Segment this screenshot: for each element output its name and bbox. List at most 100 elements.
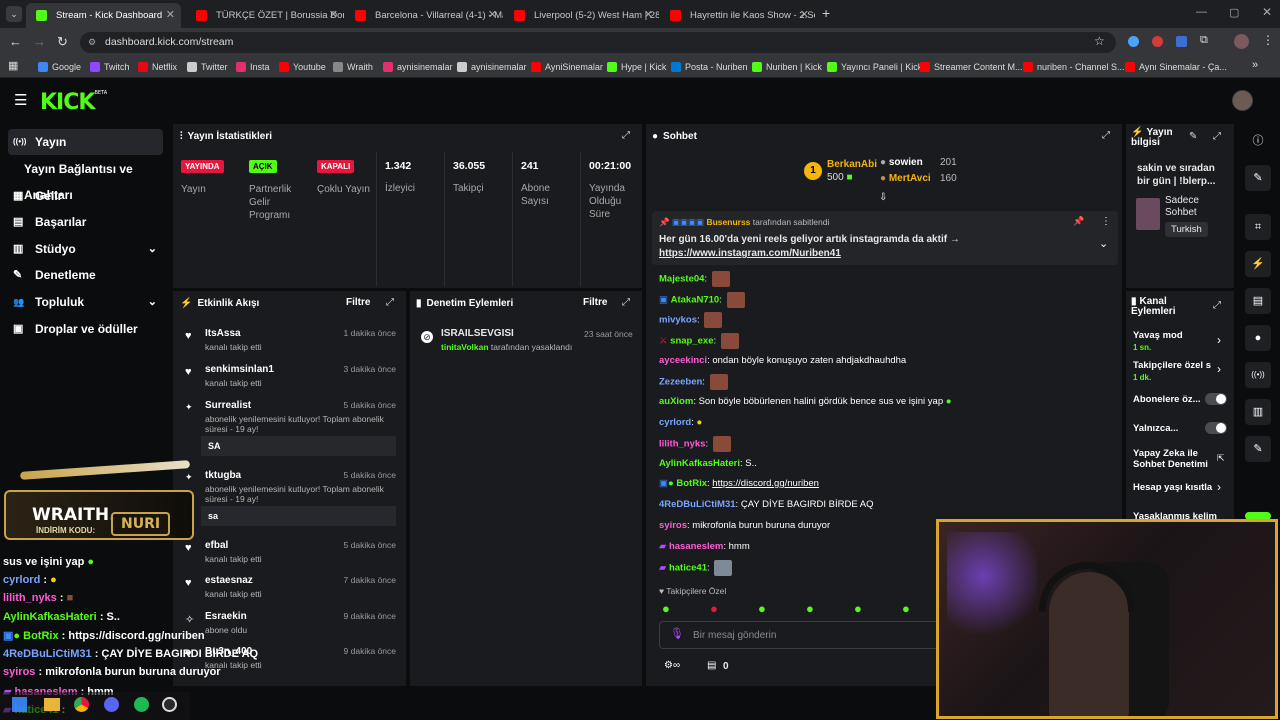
back-icon[interactable]: ← <box>9 34 22 49</box>
emote-icon[interactable]: ● <box>758 601 766 616</box>
file-explorer-icon[interactable] <box>44 698 60 711</box>
reload-icon[interactable]: ↻ <box>57 34 68 50</box>
new-tab-icon[interactable]: + <box>822 5 830 21</box>
extension-icon[interactable] <box>1152 36 1163 47</box>
external-link-icon[interactable]: ⇱ <box>1217 453 1225 464</box>
hamburger-menu-icon[interactable]: ☰ <box>14 91 27 109</box>
site-info-icon[interactable]: ⚙ <box>88 32 96 53</box>
close-tab-icon[interactable]: ✕ <box>329 3 338 28</box>
bookmark-nuriben-channel[interactable]: nuriben - Channel S... <box>1023 56 1125 78</box>
users-icon[interactable]: ⚙∞ <box>664 660 680 671</box>
bolt-green-icon[interactable]: ⚡ <box>1245 251 1271 277</box>
panel-icon[interactable]: ▥ <box>1245 399 1271 425</box>
emote-icon[interactable]: ● <box>662 601 670 616</box>
bookmark-posta[interactable]: Posta - Nuriben <box>671 56 748 78</box>
chevron-down-icon[interactable]: ⌄ <box>1099 237 1108 250</box>
tab-youtube-2[interactable]: Barcelona - Villarreal (4-1) - Ma ✕ <box>345 3 503 28</box>
sidebar-item-topluluk[interactable]: 👥 Topluluk ⌄ <box>8 289 163 315</box>
bookmark-hype-kick[interactable]: Hype | Kick <box>607 56 666 78</box>
ai-moderation-setting[interactable]: Yapay Zeka ile Sohbet Denetimi <box>1133 448 1211 470</box>
emote-icon[interactable]: ● <box>710 601 718 616</box>
bookmark-wraith[interactable]: Wraith <box>333 56 373 78</box>
emotes-only-toggle[interactable] <box>1205 422 1227 434</box>
bookmark-nuriben-kick[interactable]: Nuriben | Kick <box>752 56 822 78</box>
expand-icon[interactable]: ⤢ <box>622 130 630 141</box>
minimize-icon[interactable]: — <box>1196 6 1207 18</box>
puzzle-icon[interactable]: ⧉ <box>1200 34 1208 47</box>
top-gifter-3[interactable]: ● MertAvci 160 <box>880 173 970 184</box>
scroll-down-icon[interactable]: ⇩ <box>879 192 887 203</box>
maximize-icon[interactable]: ▢ <box>1229 6 1239 19</box>
crop-icon[interactable]: ⌗ <box>1245 214 1271 240</box>
close-tab-icon[interactable]: ✕ <box>800 3 809 28</box>
extension-icon[interactable] <box>1176 36 1187 47</box>
sidebar-item-denetleme[interactable]: ✎ Denetleme <box>8 262 163 288</box>
chat-icon[interactable]: ● <box>1245 325 1271 351</box>
clipboard-icon[interactable]: ▤ <box>1245 288 1271 314</box>
profile-avatar[interactable] <box>1234 34 1249 49</box>
expand-icon[interactable]: ⤢ <box>1213 300 1221 311</box>
chevron-right-icon[interactable]: › <box>1217 362 1221 376</box>
close-tab-icon[interactable]: ✕ <box>488 3 497 28</box>
menu-dots-icon[interactable]: ⋮ <box>1262 33 1274 47</box>
wrench-icon[interactable]: ✎ <box>1245 436 1271 462</box>
bookmark-youtube[interactable]: Youtube <box>279 56 326 78</box>
store-icon[interactable]: ▤ <box>707 660 716 671</box>
chevron-right-icon[interactable]: › <box>1217 333 1221 347</box>
sidebar-item-basarilar[interactable]: ▤ Başarılar <box>8 209 163 235</box>
subscribers-only-setting[interactable]: Abonelere öz... <box>1133 394 1203 405</box>
bookmark-twitter[interactable]: Twitter <box>187 56 228 78</box>
forward-icon[interactable]: → <box>33 34 46 49</box>
emote-icon[interactable]: ● <box>806 601 814 616</box>
tab-youtube-4[interactable]: Hayrettin ile Kaos Show - 2.Sez ✕ <box>660 3 815 28</box>
bookmark-twitch[interactable]: Twitch <box>90 56 130 78</box>
edit-icon[interactable]: ✎ <box>1189 131 1197 142</box>
broadcast-icon[interactable]: ((•)) <box>1245 362 1271 388</box>
expand-icon[interactable]: ⤢ <box>622 297 630 308</box>
tab-youtube-1[interactable]: TÜRKÇE ÖZET | Borussia Dortm ✕ <box>186 3 344 28</box>
more-options-icon[interactable]: ⋮ <box>1101 216 1111 227</box>
bookmark-insta[interactable]: Insta <box>236 56 270 78</box>
emotes-only-setting[interactable]: Yalnızca... <box>1133 423 1203 434</box>
obs-icon[interactable] <box>162 697 177 712</box>
apps-grid-icon[interactable]: ▦ <box>8 59 18 72</box>
emote-icon[interactable]: ● <box>854 601 862 616</box>
expand-icon[interactable]: ⤢ <box>386 297 394 308</box>
subscribers-only-toggle[interactable] <box>1205 393 1227 405</box>
bookmark-aynisinemalar-yt[interactable]: AyniSinemalar <box>531 56 603 78</box>
edit-pen-icon[interactable]: ✎ <box>1245 165 1271 191</box>
activity-filter-button[interactable]: Filtre <box>346 297 370 308</box>
tab-youtube-3[interactable]: Liverpool (5-2) West Ham | 28. ✕ <box>504 3 659 28</box>
chrome-icon[interactable] <box>74 697 89 712</box>
more-bookmarks-icon[interactable]: » <box>1252 59 1258 71</box>
expand-icon[interactable]: ⤢ <box>1213 131 1221 142</box>
moderation-filter-button[interactable]: Filtre <box>583 297 607 308</box>
url-bar[interactable]: ⚙ dashboard.kick.com/stream <box>80 32 1116 53</box>
extension-icon[interactable] <box>1128 36 1139 47</box>
sidebar-item-studyo[interactable]: ▥ Stüdyo ⌄ <box>8 236 163 262</box>
top-gifter-2[interactable]: ● sowien 201 <box>880 157 970 168</box>
close-tab-icon[interactable]: ✕ <box>166 3 175 28</box>
info-icon[interactable]: ⓘ <box>1245 128 1271 154</box>
sidebar-item-gelir[interactable]: ▦ Gelir <box>8 183 163 209</box>
discord-icon[interactable] <box>104 697 119 712</box>
user-avatar[interactable] <box>1232 90 1253 111</box>
emote-icon[interactable]: ● <box>902 601 910 616</box>
bookmark-yayinci-paneli[interactable]: Yayıncı Paneli | Kick <box>827 56 922 78</box>
bookmark-star-icon[interactable]: ☆ <box>1094 34 1105 48</box>
bookmark-aynisinemalar-ig[interactable]: aynisinemalar <box>383 56 453 78</box>
close-tab-icon[interactable]: ✕ <box>644 3 653 28</box>
spotify-icon[interactable] <box>134 697 149 712</box>
bookmark-ayni-sinemalar[interactable]: Aynı Sinemalar - Ça... <box>1125 56 1227 78</box>
sidebar-item-yayin[interactable]: ((•)) Yayın <box>8 129 163 155</box>
pinned-link[interactable]: https://www.instagram.com/Nuriben41 <box>659 248 841 259</box>
bookmark-netflix[interactable]: Netflix <box>138 56 177 78</box>
windows-start-icon[interactable] <box>12 697 27 712</box>
chevron-right-icon[interactable]: › <box>1217 480 1221 494</box>
bookmark-aynisinemalar-x[interactable]: aynisinemalar <box>457 56 527 78</box>
sidebar-item-droplar[interactable]: ▣ Droplar ve ödüller <box>8 316 163 342</box>
kick-logo[interactable]: KICKBETA <box>40 90 107 115</box>
close-window-icon[interactable]: ✕ <box>1262 5 1272 19</box>
tab-search-icon[interactable]: ⌄ <box>6 6 22 22</box>
bookmark-streamer-content[interactable]: Streamer Content M... <box>920 56 1023 78</box>
